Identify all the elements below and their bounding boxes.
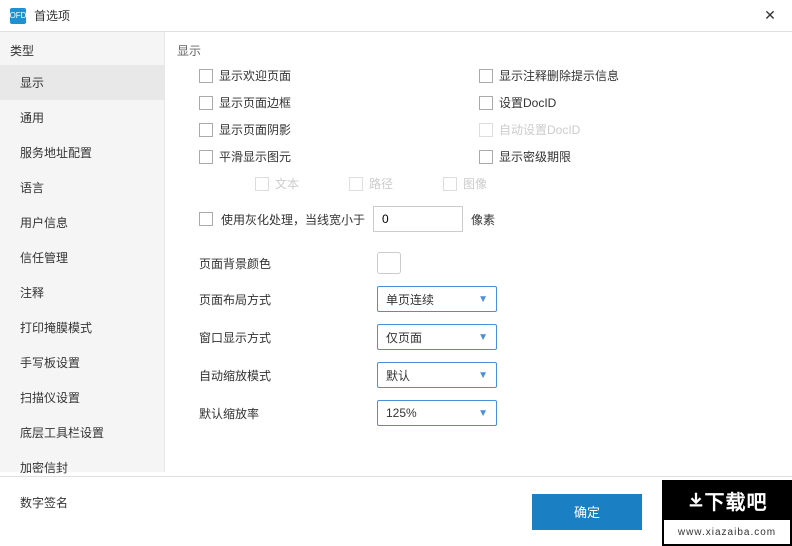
sidebar-item[interactable]: 信任管理 (0, 240, 164, 275)
chevron-down-icon: ▼ (478, 370, 488, 381)
sidebar-item[interactable]: 服务地址配置 (0, 135, 164, 170)
sidebar-item[interactable]: 注释 (0, 275, 164, 310)
chevron-down-icon: ▼ (478, 408, 488, 419)
select-dropdown[interactable]: 默认 ▼ (377, 362, 497, 388)
checkbox[interactable] (199, 150, 213, 164)
checkbox (479, 123, 493, 137)
gray-process-checkbox[interactable] (199, 212, 213, 226)
download-arrow-icon (687, 491, 705, 509)
checkbox-label: 显示页面边框 (219, 94, 291, 111)
checkbox-label: 图像 (463, 175, 487, 192)
checkbox-label: 平滑显示图元 (219, 148, 291, 165)
select-value: 默认 (386, 367, 410, 384)
bgcolor-label: 页面背景颜色 (199, 255, 369, 272)
checkbox-label: 显示欢迎页面 (219, 67, 291, 84)
sub-checkbox-row: 路径 (349, 175, 393, 192)
select-label: 自动缩放模式 (199, 367, 369, 384)
main: 类型 显示通用服务地址配置语言用户信息信任管理注释打印掩膜模式手写板设置扫描仪设… (0, 32, 792, 472)
sidebar-item[interactable]: 通用 (0, 100, 164, 135)
app-icon: OFD (10, 8, 26, 24)
sidebar-item[interactable]: 显示 (0, 65, 164, 100)
checkbox[interactable] (479, 150, 493, 164)
sidebar-item[interactable]: 手写板设置 (0, 345, 164, 380)
checkbox-row: 显示页面阴影 (199, 121, 479, 138)
checkbox-row: 设置DocID (479, 94, 759, 111)
checkbox[interactable] (199, 96, 213, 110)
select-value: 仅页面 (386, 329, 422, 346)
checkbox-row: 显示注释删除提示信息 (479, 67, 759, 84)
sub-checkbox-row: 文本 (255, 175, 299, 192)
close-button[interactable]: ✕ (758, 4, 782, 28)
checkbox-label: 路径 (369, 175, 393, 192)
bgcolor-row: 页面背景颜色 (199, 252, 772, 274)
select-label: 默认缩放率 (199, 405, 369, 422)
bgcolor-swatch[interactable] (377, 252, 401, 274)
checkbox-label: 设置DocID (499, 94, 556, 111)
select-dropdown[interactable]: 仅页面 ▼ (377, 324, 497, 350)
select-row: 默认缩放率 125% ▼ (199, 400, 772, 426)
sidebar-item[interactable]: 语言 (0, 170, 164, 205)
sidebar-item[interactable]: 打印掩膜模式 (0, 310, 164, 345)
sub-checkbox-row: 图像 (443, 175, 487, 192)
select-value: 单页连续 (386, 291, 434, 308)
select-row: 自动缩放模式默认 ▼ (199, 362, 772, 388)
select-row: 窗口显示方式仅页面 ▼ (199, 324, 772, 350)
checkbox-label: 显示页面阴影 (219, 121, 291, 138)
select-label: 页面布局方式 (199, 291, 369, 308)
sidebar-item[interactable]: 用户信息 (0, 205, 164, 240)
sidebar-item[interactable]: 底层工具栏设置 (0, 415, 164, 450)
checkbox-label: 显示注释删除提示信息 (499, 67, 619, 84)
group-label: 显示 (177, 42, 772, 59)
watermark-logo: 下载吧 (662, 480, 792, 518)
checkbox-label: 自动设置DocID (499, 121, 580, 138)
checkbox-row: 平滑显示图元 (199, 148, 479, 165)
select-dropdown[interactable]: 125% ▼ (377, 400, 497, 426)
select-dropdown[interactable]: 单页连续 ▼ (377, 286, 497, 312)
checkbox[interactable] (199, 123, 213, 137)
select-row: 页面布局方式单页连续 ▼ (199, 286, 772, 312)
gray-process-row: 使用灰化处理，当线宽小于 像素 (199, 206, 772, 232)
checkbox-row: 显示页面边框 (199, 94, 479, 111)
close-icon: ✕ (764, 7, 776, 24)
chevron-down-icon: ▼ (478, 332, 488, 343)
line-width-input[interactable] (373, 206, 463, 232)
checkbox-label: 显示密级期限 (499, 148, 571, 165)
ok-button[interactable]: 确定 (532, 494, 642, 530)
sidebar-header: 类型 (0, 36, 164, 65)
watermark: 下载吧 www.xiazaiba.com (662, 480, 792, 546)
select-label: 窗口显示方式 (199, 329, 369, 346)
checkbox-row: 显示欢迎页面 (199, 67, 479, 84)
sidebar-item[interactable]: 扫描仪设置 (0, 380, 164, 415)
checkbox (443, 177, 457, 191)
watermark-url: www.xiazaiba.com (662, 518, 792, 546)
content-panel: 显示 显示欢迎页面显示注释删除提示信息显示页面边框设置DocID显示页面阴影自动… (165, 32, 792, 472)
gray-process-unit: 像素 (471, 211, 495, 228)
gray-process-label: 使用灰化处理，当线宽小于 (221, 211, 365, 228)
select-value: 125% (386, 406, 417, 420)
checkbox[interactable] (479, 69, 493, 83)
titlebar: OFD 首选项 ✕ (0, 0, 792, 32)
sidebar: 类型 显示通用服务地址配置语言用户信息信任管理注释打印掩膜模式手写板设置扫描仪设… (0, 32, 165, 472)
checkbox (349, 177, 363, 191)
checkbox-row: 自动设置DocID (479, 121, 759, 138)
checkbox-row: 显示密级期限 (479, 148, 759, 165)
window-title: 首选项 (34, 7, 758, 24)
checkbox (255, 177, 269, 191)
checkbox[interactable] (199, 69, 213, 83)
checkbox[interactable] (479, 96, 493, 110)
chevron-down-icon: ▼ (478, 294, 488, 305)
checkbox-label: 文本 (275, 175, 299, 192)
